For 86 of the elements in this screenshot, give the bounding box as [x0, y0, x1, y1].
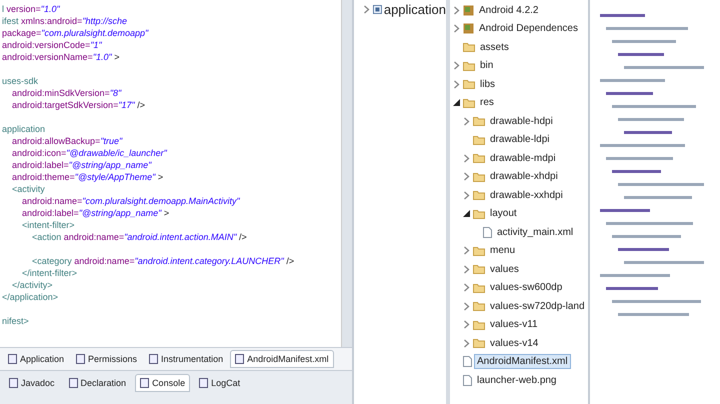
folder-icon [463, 42, 475, 52]
tab-icon [8, 354, 17, 364]
folder-icon [463, 79, 475, 90]
view-tab[interactable]: Javadoc [4, 374, 60, 392]
tree-item[interactable]: res [477, 95, 497, 110]
code-line: android:allowBackup="true" [11, 135, 122, 147]
tab-icon [235, 354, 244, 364]
code-line: android:theme="@style/AppTheme" > [11, 171, 164, 183]
tree-item[interactable]: values-sw600dp [487, 280, 566, 296]
code-line: package="com.pluralsight.demoapp" [2, 27, 148, 39]
file-icon [463, 356, 472, 368]
folder-icon [473, 301, 485, 312]
code-line: android:targetSdkVersion="17" /> [11, 99, 145, 111]
tree-item[interactable]: drawable-mdpi [487, 150, 559, 166]
tab-icon [140, 378, 150, 388]
folder-icon [473, 338, 485, 348]
folder-icon [473, 134, 485, 145]
tree-item[interactable]: drawable-xxhdpi [487, 188, 566, 203]
code-line: <category android:name="android.intent.category.LAUNCHER" /> [31, 255, 294, 267]
outline-item[interactable]: application [384, 2, 446, 17]
folder-icon [473, 116, 485, 126]
view-tab[interactable]: Declaration [64, 374, 132, 392]
file-icon [463, 374, 472, 386]
editor-tab[interactable]: Permissions [71, 350, 142, 368]
code-line: </intent-filter> [21, 267, 78, 279]
library-icon [463, 23, 474, 34]
code-line: android:label="@string/app_name" [11, 159, 152, 171]
tree-item[interactable]: layout [487, 206, 520, 222]
tree-item[interactable]: values-v14 [487, 336, 542, 351]
tree-item[interactable]: AndroidManifest.xml [474, 354, 571, 370]
tab-icon [149, 354, 158, 364]
folder-icon [463, 60, 475, 71]
expanded-arrow-icon[interactable] [452, 98, 461, 108]
code-line: <action android:name="android.intent.action.MAIN" /> [31, 231, 247, 243]
folder-icon [473, 264, 485, 274]
file-icon [483, 226, 492, 238]
code-line: android:versionCode="1" [2, 39, 102, 51]
folder-icon [473, 172, 485, 182]
tree-item[interactable]: drawable-ldpi [487, 132, 552, 148]
expanded-arrow-icon[interactable] [462, 209, 471, 218]
code-line: android:versionName="1.0" > [2, 51, 120, 63]
tree-item[interactable]: Android 4.2.2 [476, 2, 542, 18]
code-line: <intent-filter> [21, 219, 75, 231]
folder-icon [473, 282, 485, 293]
code-line: android:name="com.pluralsight.demoapp.MainActivity" [21, 195, 240, 207]
code-line: ifest xmlns:android="http://sche [2, 15, 128, 27]
code-line: </application> [2, 291, 58, 303]
tree-item[interactable]: Android Dependences [476, 21, 581, 36]
element-icon [373, 4, 382, 15]
tree-item[interactable]: values-sw720dp-land [487, 298, 588, 314]
code-line: l version="1.0" [2, 3, 60, 15]
folder-icon [473, 190, 485, 200]
folder-icon [463, 98, 475, 108]
code-line: android:label="@string/app_name" > [21, 207, 170, 219]
tree-item[interactable]: activity_main.xml [494, 224, 576, 240]
editor-tab[interactable]: AndroidManifest.xml [230, 350, 334, 368]
tree-item[interactable]: bin [477, 58, 496, 74]
tree-item[interactable]: values [487, 262, 522, 277]
code-line: android:minSdkVersion="8" [11, 87, 122, 99]
code-editor[interactable] [0, 0, 342, 347]
folder-icon [473, 246, 485, 256]
code-line: uses-sdk [2, 75, 38, 87]
code-line: </activity> [11, 279, 53, 291]
code-line: <activity [11, 183, 45, 195]
tree-item[interactable]: libs [477, 76, 498, 92]
tab-icon [76, 354, 86, 364]
editor-tab[interactable]: Application [3, 350, 70, 368]
code-line: android:icon="@drawable/ic_launcher" [11, 147, 167, 159]
tree-item[interactable]: launcher-web.png [474, 372, 560, 388]
folder-icon [473, 208, 485, 219]
library-icon [463, 4, 474, 16]
code-line: application [2, 123, 46, 135]
code-line: nifest> [2, 315, 29, 327]
tab-icon [68, 378, 78, 388]
editor-tab[interactable]: Instrumentation [144, 350, 228, 368]
tree-item[interactable]: values-v11 [487, 317, 541, 332]
view-tab[interactable]: LogCat [194, 374, 246, 392]
tree-item[interactable]: menu [487, 243, 518, 258]
tree-item[interactable]: assets [477, 40, 512, 55]
folder-icon [473, 320, 485, 330]
folder-icon [473, 153, 485, 164]
tree-item[interactable]: drawable-hdpi [487, 114, 556, 129]
view-tab[interactable]: Console [135, 374, 190, 392]
tab-icon [9, 378, 18, 388]
tree-item[interactable]: drawable-xhdpi [487, 169, 561, 184]
tab-icon [199, 378, 208, 388]
